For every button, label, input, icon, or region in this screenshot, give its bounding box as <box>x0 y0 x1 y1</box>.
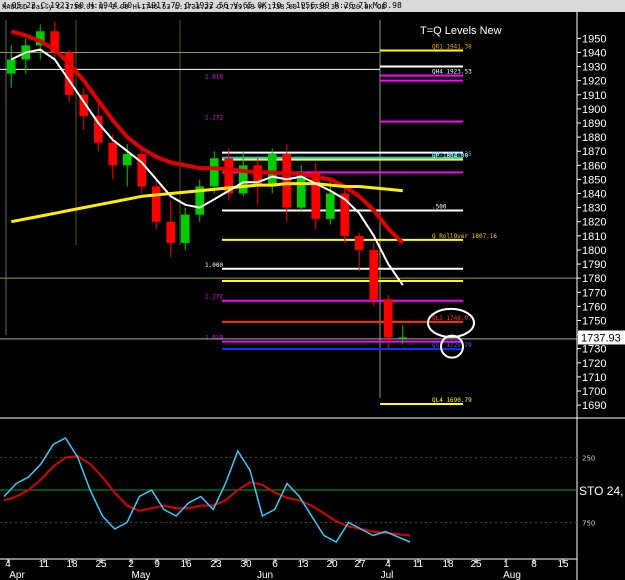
level-label: QP 1864.00 <box>432 153 469 160</box>
price-tick-label: 1770 <box>582 287 606 299</box>
osc-label: STO 24, <box>579 484 623 498</box>
time-tick-label: 16 <box>180 559 192 570</box>
level-label: 1.000 <box>205 262 223 269</box>
candle-body <box>122 154 132 166</box>
price-tick-label: 1820 <box>582 217 606 229</box>
month-label: Jun <box>257 570 273 580</box>
month-label: Aug <box>503 570 521 580</box>
level-label: QH4 1923.53 <box>432 69 472 76</box>
month-label: Apr <box>9 570 25 580</box>
level-label: 1.618 <box>205 74 223 81</box>
price-tick-label: 1880 <box>582 132 606 144</box>
price-tick-label: 1920 <box>582 76 606 88</box>
chart-title: T=Q Levels New <box>420 25 502 37</box>
price-tick-label: 1910 <box>582 90 606 102</box>
candle-body <box>6 59 16 74</box>
price-tick-label: 1760 <box>582 301 606 313</box>
header-overlay: XAUUSD Daily C:1738.09 N: 2.00 H:1746.53… <box>2 3 386 11</box>
level-label: QS1 1729.79 <box>432 342 472 349</box>
price-tick-label: 1750 <box>582 315 606 327</box>
candle-body <box>253 165 263 187</box>
time-tick-label: 20 <box>326 559 338 570</box>
price-tick-label: 1700 <box>582 386 606 398</box>
price-tick-label: 1940 <box>582 47 606 59</box>
current-price-label: 1737.93 <box>581 333 621 345</box>
time-tick-label: 30 <box>240 559 252 570</box>
candle-body <box>325 193 335 219</box>
level-label: .500 <box>432 203 447 210</box>
price-tick-label: 1840 <box>582 189 606 201</box>
price-tick-label: 1800 <box>582 245 606 257</box>
price-tick-label: 1730 <box>582 344 606 356</box>
time-tick-label: 15 <box>557 559 569 570</box>
candle-body <box>151 186 161 222</box>
time-tick-label: 11 <box>413 559 424 570</box>
candle-body <box>166 221 176 243</box>
time-tick-label: 4 <box>5 559 11 570</box>
price-tick-label: 1850 <box>582 174 606 186</box>
level-label: QL3 1748.97 <box>432 315 472 322</box>
candle-body <box>369 249 379 300</box>
price-tick-label: 1790 <box>582 259 606 271</box>
level-label: 1.272 <box>205 294 223 301</box>
price-chart[interactable]: QR1 1941.38QH4 1923.531.6181.272QH3 1865… <box>0 0 625 580</box>
candle-body <box>311 172 321 219</box>
price-tick-label: 1690 <box>582 400 606 412</box>
level-label: 1.618 <box>205 335 223 342</box>
time-tick-label: 8 <box>531 559 537 570</box>
candle-body <box>209 158 219 187</box>
osc-tick-label: 250 <box>582 455 595 463</box>
candle-body <box>398 337 408 339</box>
price-tick-label: 1900 <box>582 104 606 116</box>
month-label: May <box>132 570 151 580</box>
time-tick-label: 13 <box>297 559 309 570</box>
time-tick-label: 25 <box>95 559 107 570</box>
osc-tick-label: 750 <box>582 520 595 528</box>
candle-body <box>267 154 277 187</box>
price-tick-label: 1870 <box>582 146 606 158</box>
price-tick-label: 1930 <box>582 62 606 74</box>
time-tick-label: 4 <box>385 559 391 570</box>
time-tick-label: 18 <box>442 559 454 570</box>
level-label: QR1 1941.38 <box>432 43 472 50</box>
price-tick-label: 1890 <box>582 118 606 130</box>
time-tick-label: 1 <box>503 559 509 570</box>
time-tick-label: 23 <box>210 559 222 570</box>
level-label: Q RollOver 1807.16 <box>432 233 497 240</box>
candle-body <box>383 299 393 338</box>
price-tick-label: 1720 <box>582 358 606 370</box>
candle-body <box>354 235 364 250</box>
time-tick-label: 2 <box>128 559 134 570</box>
price-tick-label: 1860 <box>582 160 606 172</box>
candle-body <box>180 214 190 243</box>
time-tick-label: 25 <box>470 559 482 570</box>
level-label: QL4 1690.79 <box>432 397 472 404</box>
time-tick-label: 9 <box>154 559 160 570</box>
time-tick-label: 6 <box>272 559 278 570</box>
price-tick-label: 1830 <box>582 203 606 215</box>
candle-body <box>108 142 118 166</box>
candle-body <box>282 154 292 208</box>
time-tick-label: 11 <box>39 559 50 570</box>
price-tick-label: 1710 <box>582 372 606 384</box>
level-label: 1.272 <box>205 115 223 122</box>
price-tick-label: 1810 <box>582 231 606 243</box>
price-tick-label: 1780 <box>582 273 606 285</box>
time-tick-label: 18 <box>66 559 78 570</box>
price-tick-label: 1950 <box>582 33 606 45</box>
month-label: Jul <box>381 570 394 580</box>
time-tick-label: 27 <box>354 559 366 570</box>
